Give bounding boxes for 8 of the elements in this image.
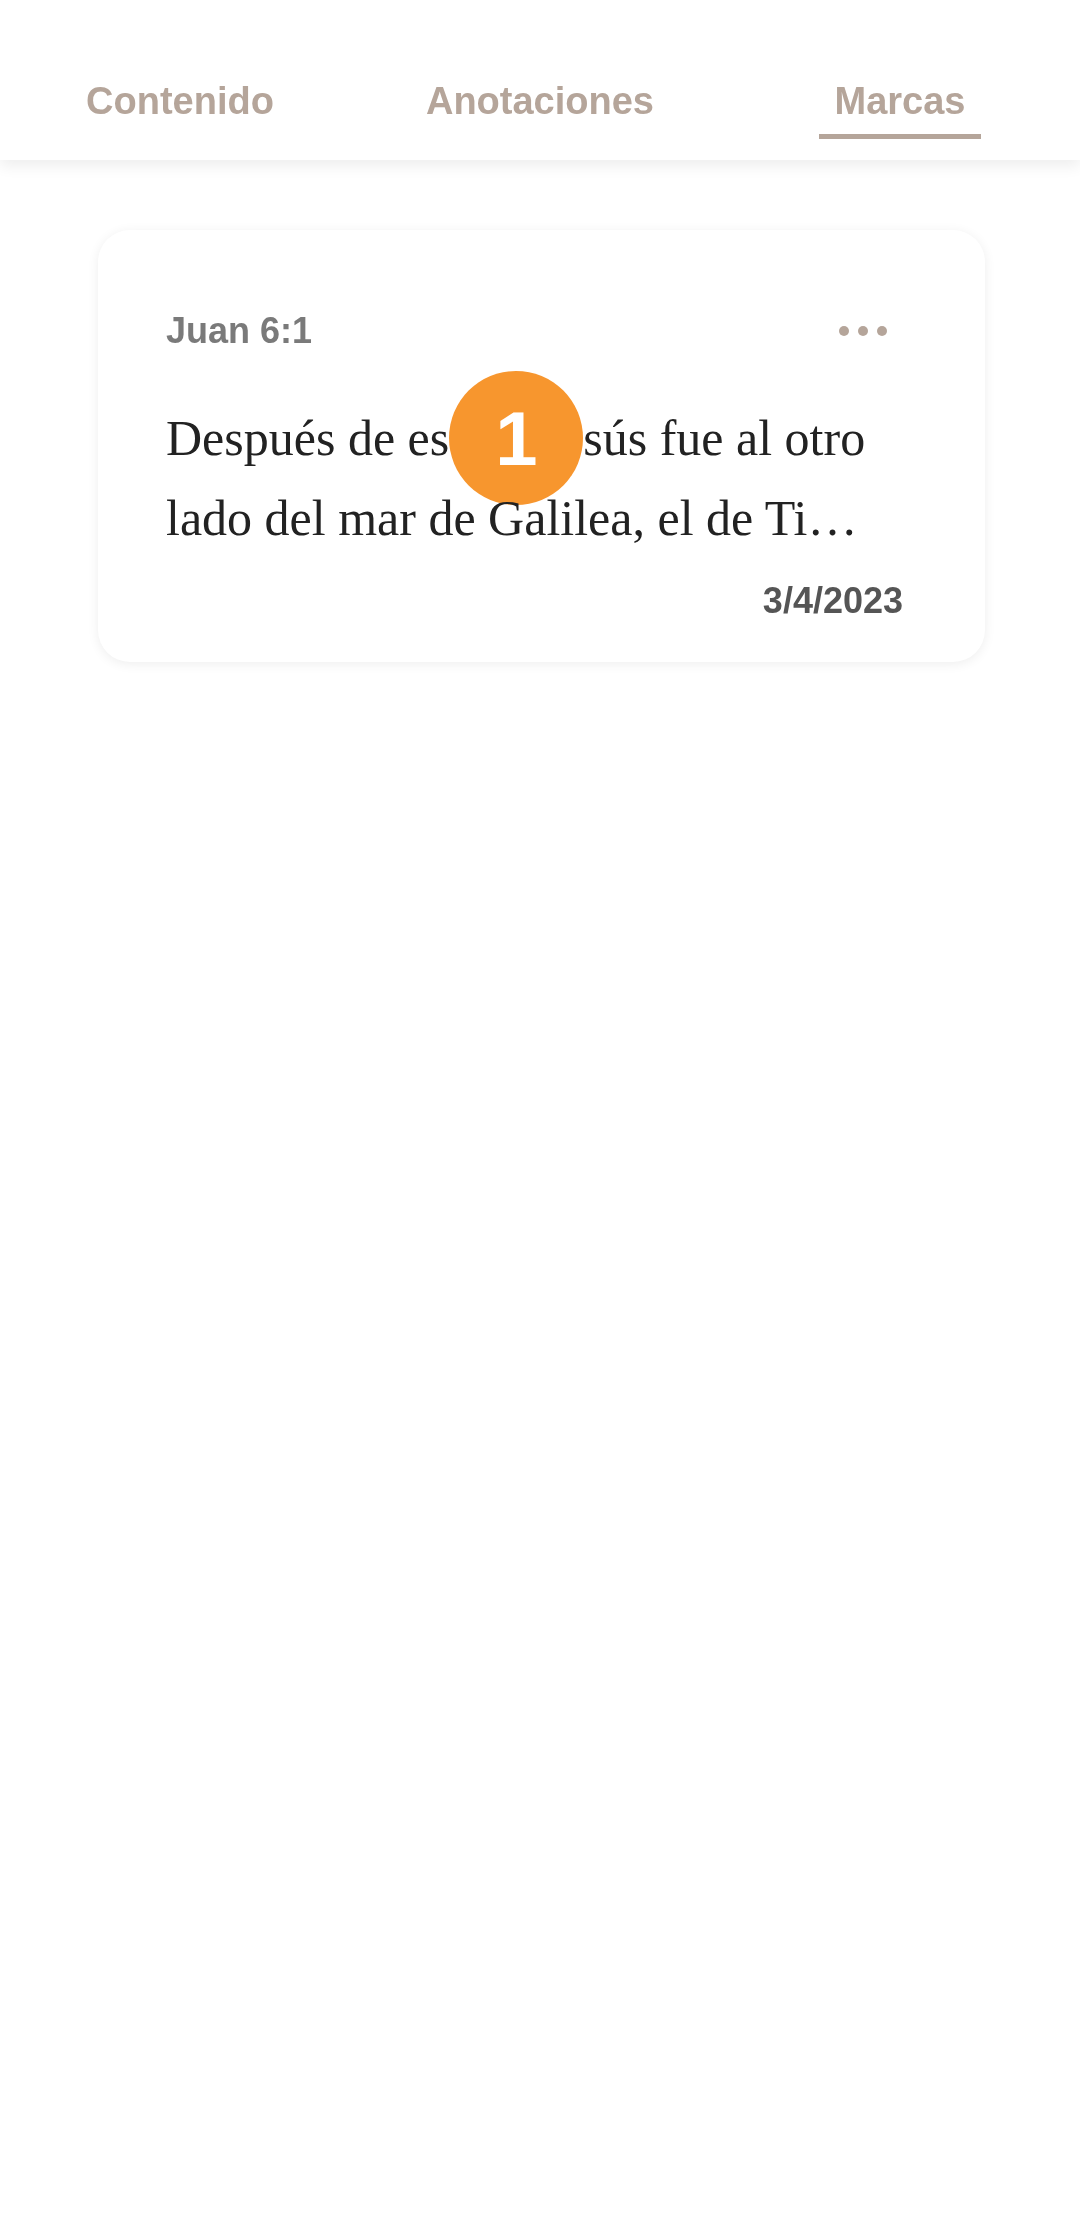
tab[interactable]: Marcas [818,0,982,139]
tab[interactable]: Anotaciones [409,0,670,139]
more-icon[interactable] [838,325,888,337]
verse-text: Después de es [166,409,450,467]
verse-text: sús fue al otro [583,409,866,467]
verse-reference: Juan 6:1 [166,310,313,352]
tab[interactable]: Contenido [70,0,290,139]
date: 3/4/2023 [761,580,903,622]
